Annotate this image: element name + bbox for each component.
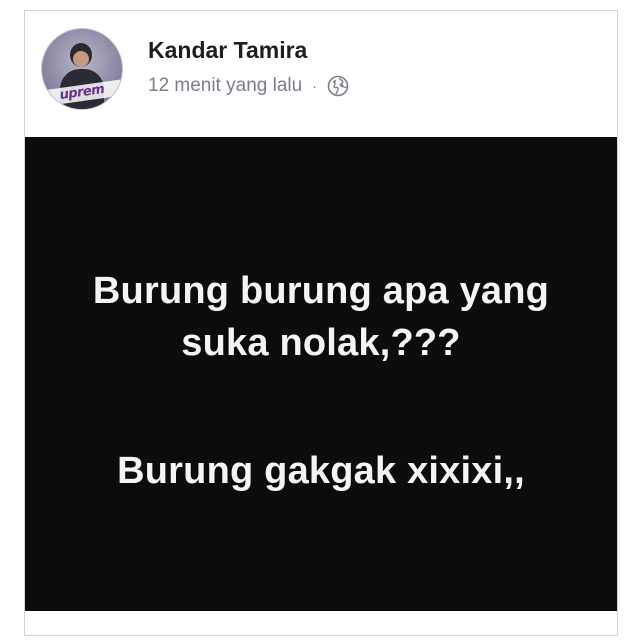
post-text-line-3: Burung gakgak xixixi,,: [117, 450, 525, 492]
meta-separator: ·: [312, 78, 317, 94]
post-meta: 12 menit yang lalu ·: [148, 73, 349, 99]
post-text-line-2: suka nolak,???: [181, 322, 461, 364]
globe-icon[interactable]: [327, 75, 349, 97]
avatar[interactable]: uprem: [41, 28, 123, 110]
post-text-background: Burung burung apa yang suka nolak,??? Bu…: [25, 137, 617, 611]
author-name[interactable]: Kandar Tamira: [148, 37, 307, 64]
post-header: uprem Kandar Tamira 12 menit yang lalu ·: [25, 11, 617, 137]
post-card: uprem Kandar Tamira 12 menit yang lalu ·…: [24, 10, 618, 636]
avatar-face-shape: [73, 51, 89, 67]
post-timestamp[interactable]: 12 menit yang lalu: [148, 75, 302, 97]
post-text-line-1: Burung burung apa yang: [92, 270, 550, 312]
